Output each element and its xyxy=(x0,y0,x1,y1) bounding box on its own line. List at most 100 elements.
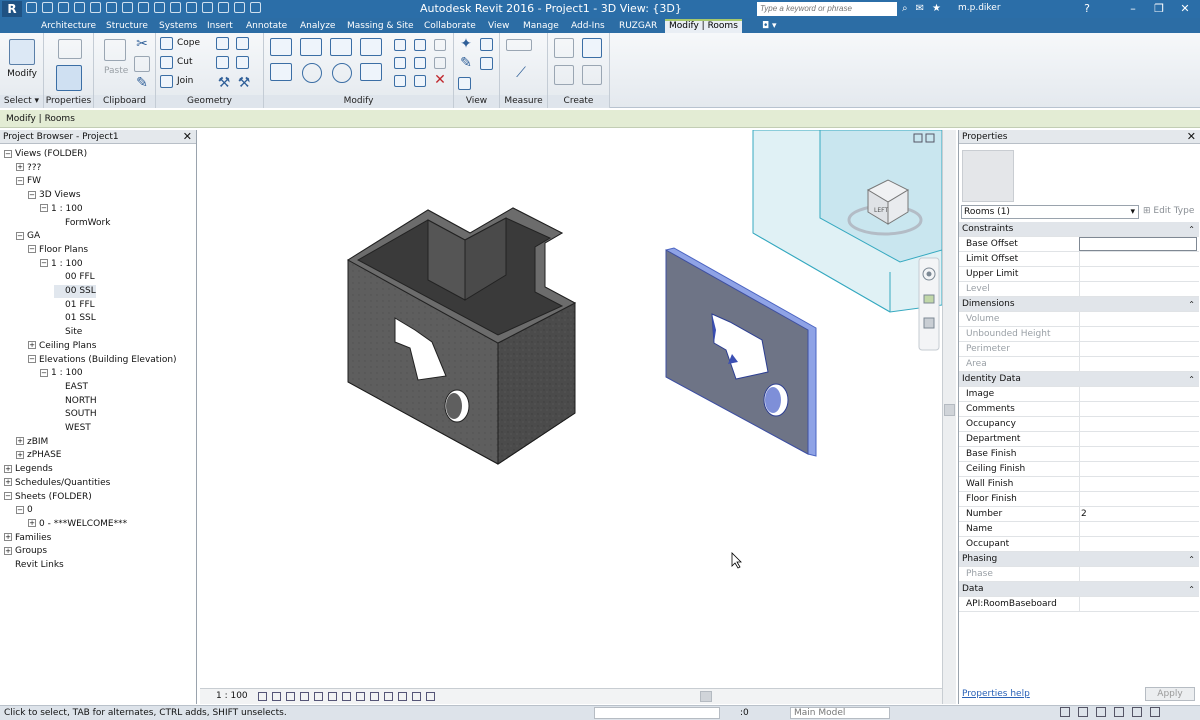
browser-node[interactable]: + zPHASE xyxy=(16,449,61,462)
scale-icon[interactable] xyxy=(414,57,426,69)
split-gap-icon[interactable] xyxy=(414,39,426,51)
bulb-icon[interactable]: ✦ xyxy=(458,36,474,52)
hide-icon[interactable] xyxy=(480,38,493,51)
binoculars-icon[interactable]: ⌕ xyxy=(902,3,908,14)
override-icon[interactable] xyxy=(480,57,493,70)
cut-button[interactable]: Cut xyxy=(177,57,193,67)
lock-view-icon[interactable] xyxy=(356,692,365,701)
drag-elements-icon[interactable] xyxy=(1132,707,1142,717)
collapse-icon[interactable]: − xyxy=(4,149,12,158)
browser-node[interactable]: −1 : 100 xyxy=(40,367,83,380)
save-icon[interactable] xyxy=(42,2,53,13)
properties-icon[interactable] xyxy=(56,65,82,91)
select-underlay-icon[interactable] xyxy=(1078,707,1088,717)
filter-icon[interactable] xyxy=(1150,707,1160,717)
maximize-button[interactable]: ❐ xyxy=(1146,0,1172,18)
browser-node[interactable]: 00 SSL xyxy=(54,285,96,298)
select-by-face-icon[interactable] xyxy=(1114,707,1124,717)
rendering-icon[interactable] xyxy=(314,692,323,701)
property-value[interactable] xyxy=(1079,237,1197,251)
tab-structure[interactable]: Structure xyxy=(102,19,152,33)
browser-node[interactable]: +??? xyxy=(16,162,41,175)
collapse-icon[interactable]: − xyxy=(28,355,36,363)
browser-node[interactable]: − Floor Plans xyxy=(28,244,88,257)
sync-icon[interactable] xyxy=(58,2,69,13)
aligned-dimension-ribbon-icon[interactable]: ⟋ xyxy=(508,65,534,85)
close-icon[interactable]: ✕ xyxy=(1187,130,1196,144)
subscription-icon[interactable]: ✉ xyxy=(916,3,924,14)
browser-node[interactable]: 01 SSL xyxy=(54,312,96,325)
favorites-icon[interactable]: ★ xyxy=(932,3,941,14)
browser-node[interactable]: + Ceiling Plans xyxy=(28,340,96,353)
move-icon[interactable] xyxy=(270,63,292,81)
analytical-model-icon[interactable] xyxy=(412,692,421,701)
browser-node[interactable]: −0 xyxy=(16,504,33,517)
browser-node[interactable]: + Families xyxy=(4,532,51,545)
type-selector[interactable]: Rooms (1) ▾ xyxy=(961,205,1139,219)
collapse-icon[interactable]: ⌃ xyxy=(1188,582,1195,597)
expand-icon[interactable]: + xyxy=(4,533,12,542)
collapse-icon[interactable]: − xyxy=(40,368,48,377)
close-icon[interactable]: ✕ xyxy=(183,130,192,144)
rotate-icon[interactable] xyxy=(332,63,352,83)
view-3d-icon[interactable] xyxy=(458,77,471,90)
browser-node[interactable]: − Elevations (Building Elevation) xyxy=(28,354,177,367)
3d-viewport[interactable]: LEFT xyxy=(200,130,942,688)
room-bounding-volume[interactable] xyxy=(752,130,942,313)
create-assembly-icon[interactable] xyxy=(582,38,602,58)
array-icon[interactable] xyxy=(394,57,406,69)
reveal-hidden-icon[interactable] xyxy=(384,692,393,701)
sun-path-icon[interactable] xyxy=(286,692,295,701)
select-pinned-icon[interactable] xyxy=(1096,707,1106,717)
properties-help-link[interactable]: Properties help xyxy=(962,689,1030,699)
create-similar-icon[interactable] xyxy=(582,65,602,85)
browser-node[interactable]: − GA xyxy=(16,230,40,243)
collapse-icon[interactable]: − xyxy=(16,231,24,240)
undo-icon[interactable] xyxy=(74,2,85,13)
cope-button[interactable]: Cope xyxy=(177,38,200,48)
split-element-icon[interactable] xyxy=(394,39,406,51)
section-icon[interactable] xyxy=(202,2,213,13)
visual-style-icon[interactable] xyxy=(272,692,281,701)
navigation-bar[interactable] xyxy=(918,257,940,351)
browser-node[interactable]: −1 : 100 xyxy=(40,258,83,271)
cope-icon[interactable] xyxy=(160,37,173,50)
delete-icon[interactable]: ✕ xyxy=(432,72,448,88)
browser-node[interactable]: NORTH xyxy=(54,395,97,408)
apply-button[interactable]: Apply xyxy=(1145,687,1195,701)
collapse-icon[interactable]: − xyxy=(16,505,24,514)
collapse-icon[interactable]: ⌃ xyxy=(1188,222,1195,237)
wall-joins-icon[interactable] xyxy=(216,56,229,69)
tab-insert[interactable]: Insert xyxy=(203,19,237,33)
selected-room-panel[interactable] xyxy=(665,247,817,457)
tab-ruzgar[interactable]: RUZGAR xyxy=(615,19,661,33)
view-scale[interactable]: 1 : 100 xyxy=(216,691,248,701)
close-window-button[interactable]: ✕ xyxy=(1172,0,1198,18)
trim-extend-icon[interactable] xyxy=(360,63,382,81)
tab-collaborate[interactable]: Collaborate xyxy=(420,19,480,33)
shadows-icon[interactable] xyxy=(300,692,309,701)
expand-icon[interactable]: + xyxy=(4,464,12,473)
tab-architecture[interactable]: Architecture xyxy=(37,19,100,33)
browser-node[interactable]: + Schedules/Quantities xyxy=(4,477,110,490)
aligned-dimension-icon[interactable] xyxy=(138,2,149,13)
collapse-icon[interactable]: − xyxy=(28,190,36,199)
browser-node[interactable]: − Views (FOLDER) xyxy=(4,148,87,161)
vertical-scrollbar[interactable] xyxy=(942,130,956,704)
type-properties-icon[interactable] xyxy=(58,39,82,59)
property-value[interactable]: 2 xyxy=(1081,507,1087,522)
browser-node[interactable]: SOUTH xyxy=(54,408,97,421)
switch-windows-icon[interactable] xyxy=(250,2,261,13)
help-icon[interactable]: ? xyxy=(1074,0,1100,18)
modify-button[interactable]: Modify xyxy=(4,35,40,93)
tab-systems[interactable]: Systems xyxy=(155,19,201,33)
minimize-button[interactable]: – xyxy=(1120,0,1146,18)
join-button[interactable]: Join xyxy=(177,76,193,86)
temp-hide-icon[interactable] xyxy=(370,692,379,701)
trim-single-icon[interactable] xyxy=(414,75,426,87)
select-panel-label[interactable]: Select ▾ xyxy=(0,95,43,108)
copy-icon[interactable] xyxy=(134,56,150,72)
collapse-icon[interactable]: − xyxy=(28,245,36,254)
expand-icon[interactable]: + xyxy=(28,519,36,528)
split-face-icon[interactable] xyxy=(216,37,229,50)
